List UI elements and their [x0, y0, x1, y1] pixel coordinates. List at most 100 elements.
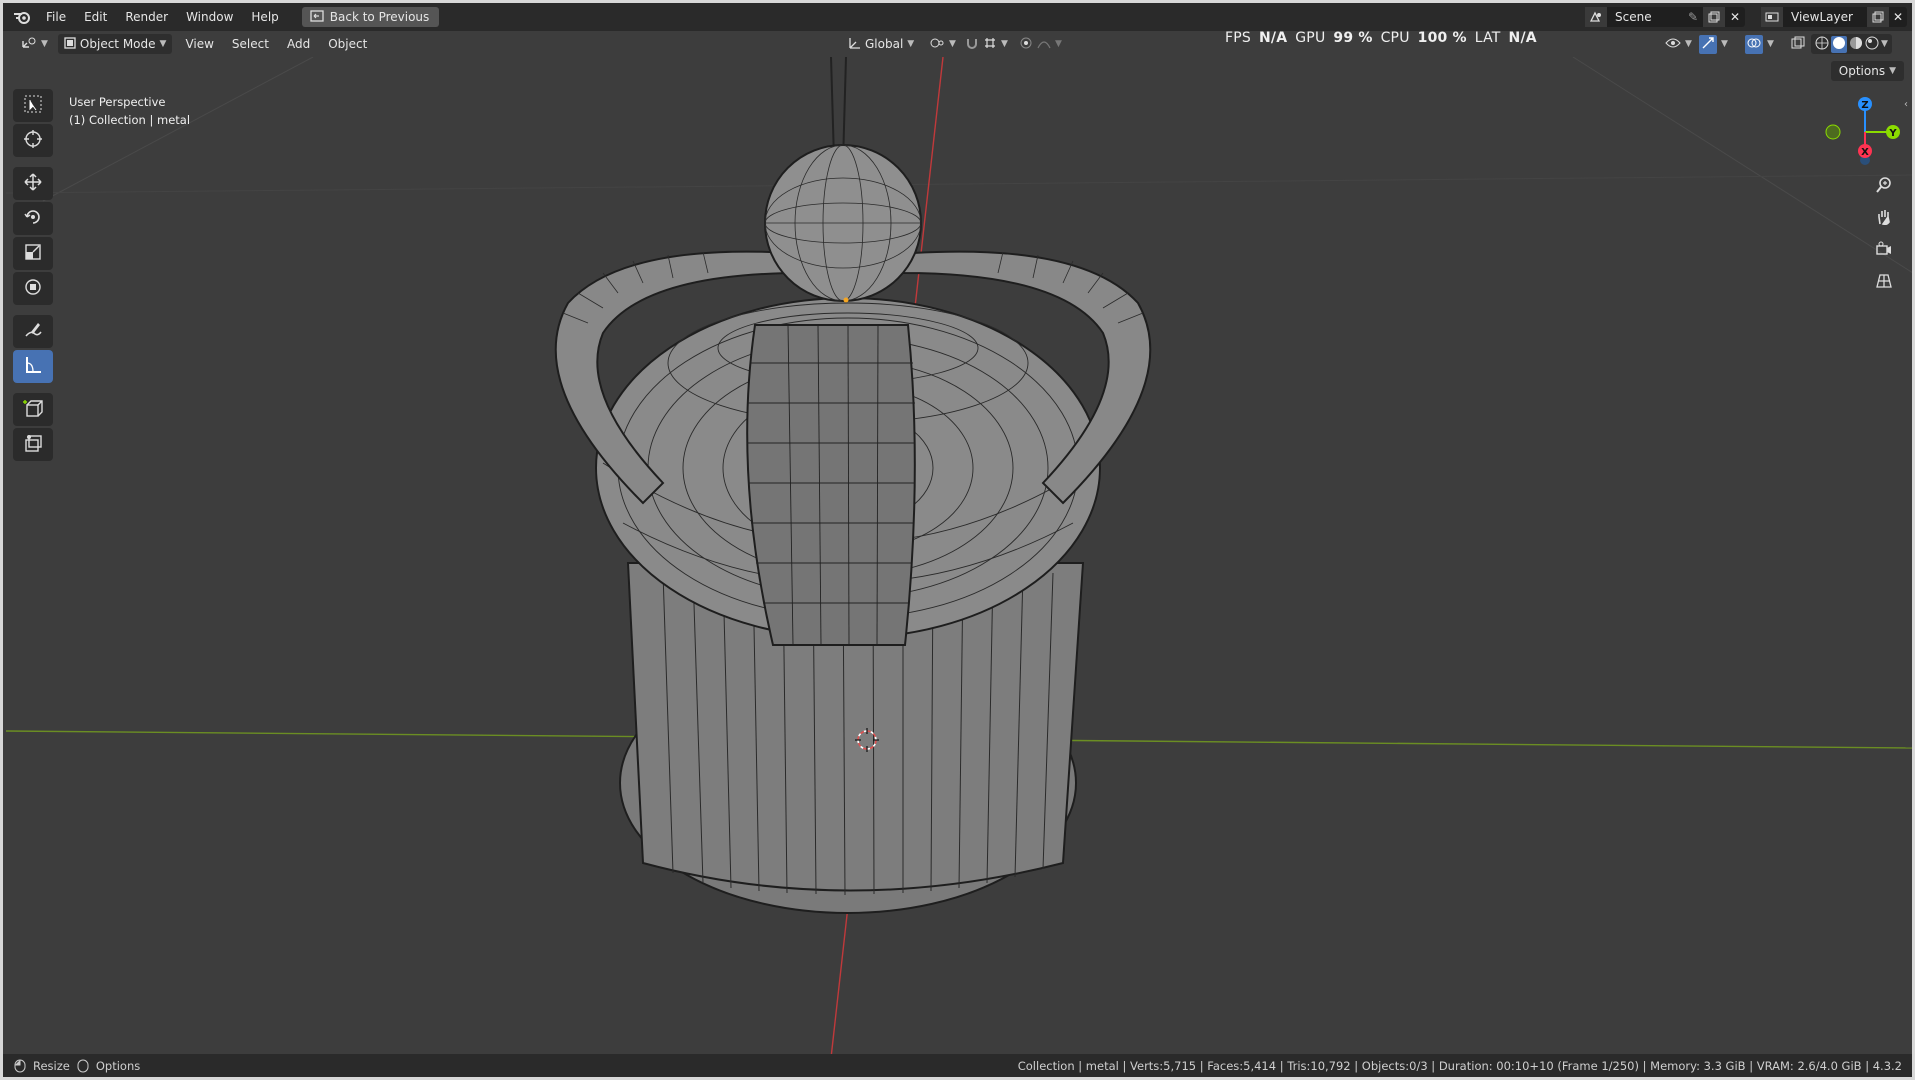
- camera-view-button[interactable]: [1870, 237, 1898, 265]
- snap-selector[interactable]: ▼: [959, 34, 1014, 54]
- object-mode-icon: [64, 36, 76, 52]
- viewport-canvas[interactable]: Z Y X: [3, 57, 1915, 1060]
- hand-pan-icon: [1875, 208, 1893, 230]
- scene-name: Scene: [1615, 10, 1652, 24]
- options-label: Options: [1838, 64, 1886, 78]
- wireframe-shading-icon[interactable]: [1815, 36, 1829, 53]
- mouse-left-icon: [13, 1059, 27, 1073]
- menu-file[interactable]: File: [37, 3, 75, 31]
- pivot-point-selector[interactable]: ▼: [923, 34, 962, 54]
- gizmo-icon: [1699, 34, 1717, 54]
- grid-line: [42, 57, 314, 202]
- tool-shelf: [13, 89, 53, 461]
- menu-window[interactable]: Window: [177, 3, 242, 31]
- status-hints: Resize Options: [3, 1059, 140, 1073]
- screen-back-icon: [310, 9, 324, 25]
- menu-object[interactable]: Object: [319, 37, 376, 51]
- scene-icon: [1585, 7, 1607, 27]
- zoom-button[interactable]: [1870, 173, 1898, 201]
- transform-tool[interactable]: [13, 272, 53, 305]
- 3d-viewport[interactable]: Z Y X User Perspective (1) Collection | …: [3, 57, 1912, 1060]
- viewport-info: User Perspective (1) Collection | metal: [69, 93, 190, 129]
- measure-ruler-icon: [23, 355, 43, 379]
- chevron-down-icon: ▼: [1881, 39, 1888, 49]
- gpu-label: GPU: [1295, 30, 1326, 46]
- object-origin: [843, 297, 849, 303]
- material-shading-icon[interactable]: [1849, 36, 1863, 53]
- 3d-viewport-icon: [21, 36, 37, 53]
- gizmo-z-label: Z: [1861, 100, 1868, 111]
- menu-edit[interactable]: Edit: [75, 3, 116, 31]
- viewport-options-button[interactable]: Options ▼: [1830, 61, 1904, 81]
- measure-tool[interactable]: [13, 350, 53, 383]
- xray-toggle[interactable]: [1785, 34, 1811, 54]
- pan-button[interactable]: [1870, 205, 1898, 233]
- menu-select[interactable]: Select: [223, 37, 278, 51]
- rotate-tool[interactable]: [13, 202, 53, 235]
- navigation-gizmo[interactable]: Z Y X: [1825, 97, 1900, 165]
- delete-view-layer-icon[interactable]: ✕: [1889, 10, 1907, 24]
- snap-magnet-icon: [965, 36, 979, 53]
- select-box-tool[interactable]: [13, 89, 53, 122]
- extrude-tool[interactable]: [13, 428, 53, 461]
- menu-help[interactable]: Help: [242, 3, 287, 31]
- pivot-icon: [929, 36, 945, 53]
- chevron-down-icon: ▼: [1721, 39, 1728, 49]
- proportional-edit-icon: [1019, 36, 1033, 53]
- options-hint: Options: [95, 1058, 141, 1073]
- solid-shading-icon[interactable]: [1831, 35, 1847, 53]
- gpu-value: 99 %: [1333, 30, 1373, 46]
- chevron-down-icon: ▼: [1001, 39, 1008, 49]
- new-scene-icon[interactable]: [1703, 7, 1725, 27]
- rendered-shading-icon[interactable]: [1865, 36, 1879, 53]
- add-cube-tool[interactable]: [13, 393, 53, 426]
- lat-label: LAT: [1474, 30, 1501, 46]
- gizmo-toggle[interactable]: ▼: [1693, 34, 1734, 54]
- blender-window: File Edit Render Window Help Back to Pre…: [0, 0, 1915, 1080]
- cursor-tool[interactable]: [13, 124, 53, 157]
- perspective-toggle-button[interactable]: [1870, 269, 1898, 297]
- proportional-editing-selector[interactable]: ▼: [1013, 34, 1068, 54]
- view-layer-name: ViewLayer: [1791, 10, 1853, 24]
- mode-label: Object Mode: [79, 37, 156, 51]
- scene-statistics: Collection | metal | Verts:5,715 | Faces…: [1017, 1058, 1902, 1073]
- orientation-icon: [847, 36, 861, 53]
- scale-icon: [23, 242, 43, 266]
- scene-selector[interactable]: Scene ✎ ✕: [1585, 7, 1745, 27]
- mouse-right-icon: [76, 1059, 90, 1073]
- rotate-icon: [23, 207, 43, 231]
- fps-label: FPS: [1225, 30, 1251, 46]
- chevron-down-icon: ▼: [1685, 39, 1692, 49]
- menu-view[interactable]: View: [176, 37, 222, 51]
- add-cube-icon: [23, 398, 43, 422]
- back-to-previous-button[interactable]: Back to Previous: [301, 7, 440, 27]
- collection-label: (1) Collection | metal: [69, 113, 191, 127]
- xray-icon: [1791, 36, 1805, 53]
- new-view-layer-icon[interactable]: [1867, 7, 1889, 27]
- blender-logo-icon[interactable]: [7, 3, 37, 31]
- overlays-toggle[interactable]: ▼: [1739, 34, 1780, 54]
- cpu-value: 100 %: [1417, 30, 1467, 46]
- move-tool[interactable]: [13, 167, 53, 200]
- annotate-tool[interactable]: [13, 315, 53, 348]
- menu-render[interactable]: Render: [116, 3, 177, 31]
- gizmo-x-label: X: [1861, 147, 1869, 158]
- view-layer-icon: [1761, 7, 1783, 27]
- pin-icon[interactable]: ✎: [1683, 10, 1703, 24]
- sidebar-toggle-icon[interactable]: ‹: [1904, 99, 1908, 110]
- menu-add[interactable]: Add: [278, 37, 319, 51]
- grid-line: [1572, 57, 1912, 273]
- grid-perspective-icon: [1875, 272, 1893, 294]
- delete-scene-icon[interactable]: ✕: [1725, 10, 1745, 24]
- gizmo-neg-y-axis[interactable]: [1825, 124, 1841, 140]
- mode-selector[interactable]: Object Mode ▼: [57, 34, 173, 54]
- shading-mode-group[interactable]: ▼: [1811, 34, 1892, 54]
- select-box-icon: [23, 94, 43, 118]
- transform-orientation-selector[interactable]: Global ▼: [841, 34, 920, 54]
- editor-type-button[interactable]: ▼: [15, 34, 54, 54]
- resize-hint: Resize: [33, 1058, 70, 1073]
- view-layer-selector[interactable]: ViewLayer ✕: [1761, 7, 1907, 27]
- chevron-down-icon: ▼: [41, 39, 48, 49]
- scale-tool[interactable]: [13, 237, 53, 270]
- zoom-magnifier-icon: [1875, 176, 1893, 198]
